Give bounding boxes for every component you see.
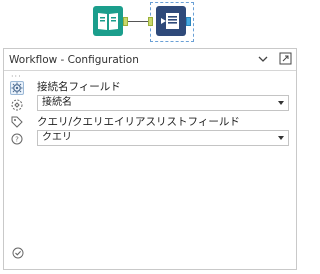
tag-icon[interactable] — [10, 115, 24, 129]
workflow-canvas[interactable] — [0, 0, 300, 44]
connection-name-field-label: 接続名フィールド — [37, 81, 121, 93]
side-rail: ··· ? — [4, 72, 30, 269]
configuration-header: Workflow - Configuration — [4, 49, 296, 71]
configuration-window: Workflow - Configuration ··· ? 接続名フィールド … — [3, 48, 297, 270]
query-field-value: クエリ — [42, 132, 72, 143]
help-icon[interactable]: ? — [10, 132, 24, 146]
drag-handle-icon[interactable]: ··· — [11, 73, 22, 81]
settings-icon[interactable] — [10, 81, 24, 95]
collapse-button[interactable] — [252, 49, 274, 71]
chevron-down-icon — [258, 54, 268, 66]
query-field-select[interactable]: クエリ — [37, 130, 289, 146]
output-tool-input-anchor[interactable] — [148, 17, 153, 26]
pop-out-icon — [279, 52, 292, 68]
output-tool[interactable] — [156, 6, 186, 36]
validation-check-icon — [12, 244, 24, 263]
output-tool-output-anchor[interactable] — [186, 17, 191, 26]
dropdown-arrow-icon — [278, 136, 284, 140]
window-title: Workflow - Configuration — [9, 53, 139, 66]
svg-text:?: ? — [15, 136, 19, 144]
input-tool[interactable] — [93, 6, 123, 36]
query-field-label: クエリ/クエリエイリアスリストフィールド — [37, 116, 240, 128]
dropdown-arrow-icon — [278, 101, 284, 105]
connection-name-field-select[interactable]: 接続名 — [37, 95, 289, 111]
connection-name-field-value: 接続名 — [42, 97, 72, 108]
connection-line[interactable] — [128, 21, 148, 22]
annotation-icon[interactable] — [10, 98, 24, 112]
undock-button[interactable] — [274, 49, 296, 71]
